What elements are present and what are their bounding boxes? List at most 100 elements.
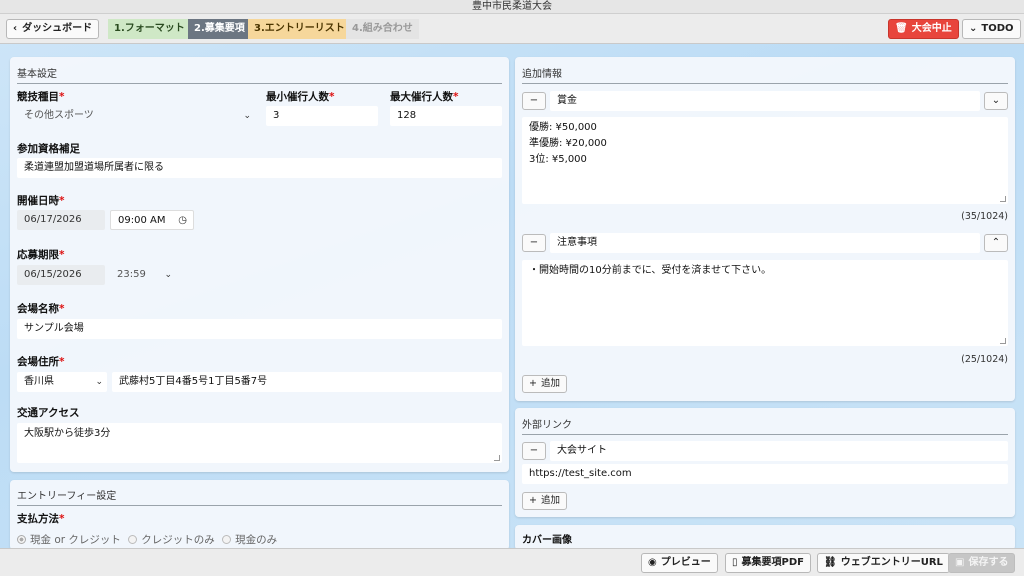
cover-image-panel: カバー画像	[515, 525, 1015, 550]
sport-label: 競技種目*	[17, 91, 65, 103]
clock-icon: ◷	[178, 215, 187, 226]
pdf-label: 募集要項PDF	[741, 557, 804, 568]
top-navbar: ‹ ダッシュボード 1.フォーマット 2.募集要項 3.エントリーリスト 4.組み…	[0, 14, 1024, 44]
link-url-input[interactable]: https://test_site.com	[522, 464, 1008, 484]
collapse-item-button[interactable]: ⌃	[984, 234, 1008, 252]
chevron-down-icon: ⌄	[164, 270, 172, 280]
external-links-title: 外部リンク	[522, 420, 572, 431]
web-entry-url-button[interactable]: ⛓ ウェブエントリーURL	[817, 553, 950, 573]
text-line: ・開始時間の10分前までに、受付を済ませて下さい。	[529, 265, 772, 276]
web-entry-url-label: ウェブエントリーURL	[840, 557, 943, 568]
document-icon: ▯	[732, 557, 738, 568]
cover-image-title: カバー画像	[522, 535, 572, 546]
deadline-time-value: 23:59	[117, 269, 146, 280]
deadline-date-input[interactable]: 06/15/2026	[17, 265, 105, 285]
access-textarea[interactable]: 大阪駅から徒歩3分	[17, 423, 502, 463]
event-date-input[interactable]: 06/17/2026	[17, 210, 105, 230]
remove-item-button[interactable]: −	[522, 234, 546, 252]
todo-label: TODO	[981, 23, 1014, 34]
sport-value: その他スポーツ	[24, 110, 94, 121]
address-label: 会場住所*	[17, 356, 65, 368]
divider	[17, 505, 502, 506]
char-counter: (25/1024)	[961, 354, 1008, 365]
chevron-down-icon: ⌄	[95, 377, 103, 387]
payment-options: 現金 or クレジット クレジットのみ 現金のみ	[17, 532, 277, 547]
prefecture-value: 香川県	[24, 376, 54, 387]
step-format[interactable]: 1.フォーマット	[108, 19, 191, 39]
step-recruitment[interactable]: 2.募集要項	[188, 19, 251, 39]
additional-content-textarea[interactable]: ・開始時間の10分前までに、受付を済ませて下さい。	[522, 260, 1008, 346]
payment-option-cash[interactable]: 現金のみ	[222, 534, 277, 546]
venue-label: 会場名称*	[17, 303, 65, 315]
dashboard-back-button[interactable]: ‹ ダッシュボード	[6, 19, 100, 39]
pdf-button[interactable]: ▯ 募集要項PDF	[725, 553, 811, 573]
additional-info-title: 追加情報	[522, 69, 562, 80]
eligibility-label: 参加資格補足	[17, 143, 80, 155]
max-participants-input[interactable]: 128	[390, 106, 502, 126]
resize-handle[interactable]	[494, 455, 500, 461]
step-entry-list[interactable]: 3.エントリーリスト	[248, 19, 351, 39]
footer-toolbar: ◉ プレビュー ▯ 募集要項PDF ⛓ ウェブエントリーURL ▣ 保存する	[0, 548, 1024, 576]
remove-item-button[interactable]: −	[522, 92, 546, 110]
entry-fee-title: エントリーフィー設定	[17, 491, 117, 502]
sport-select[interactable]: その他スポーツ ⌄	[17, 106, 257, 126]
remove-link-button[interactable]: −	[522, 442, 546, 460]
add-link-button[interactable]: + 追加	[522, 492, 567, 510]
cancel-tournament-label: 大会中止	[911, 23, 952, 34]
external-links-panel: 外部リンク − 大会サイト https://test_site.com + 追加	[515, 408, 1015, 517]
chevron-up-icon: ⌃	[991, 237, 1001, 248]
venue-input[interactable]: サンプル会場	[17, 319, 502, 339]
additional-content-textarea[interactable]: 優勝: ¥50,000 準優勝: ¥20,000 3位: ¥5,000	[522, 117, 1008, 204]
dashboard-back-label: ダッシュボード	[22, 23, 93, 34]
divider	[17, 83, 502, 84]
min-participants-label: 最小催行人数*	[266, 91, 335, 103]
additional-heading-input[interactable]: 賞金	[550, 91, 980, 111]
resize-handle[interactable]	[1000, 338, 1006, 344]
max-participants-label: 最大催行人数*	[390, 91, 459, 103]
radio-selected-icon	[17, 535, 26, 544]
expand-item-button[interactable]: ⌄	[984, 92, 1008, 110]
save-button[interactable]: ▣ 保存する	[948, 553, 1016, 573]
cancel-tournament-button[interactable]: 🗑 大会中止	[888, 19, 959, 39]
access-label: 交通アクセス	[17, 407, 80, 419]
text-line: 準優勝: ¥20,000	[529, 138, 607, 149]
plus-icon: +	[529, 378, 537, 389]
todo-button[interactable]: ⌄ TODO	[962, 19, 1021, 39]
link-icon: ⛓	[824, 557, 837, 568]
event-time-input[interactable]: 09:00 AM ◷	[110, 210, 194, 230]
deadline-label: 応募期限*	[17, 249, 65, 261]
trash-icon: 🗑	[895, 23, 908, 34]
step-matching[interactable]: 4.組み合わせ	[346, 19, 419, 39]
min-participants-input[interactable]: 3	[266, 106, 378, 126]
char-counter: (35/1024)	[961, 211, 1008, 222]
payment-method-label: 支払方法*	[17, 513, 65, 525]
window-title: 豊中市民柔道大会	[0, 0, 1024, 14]
deadline-time-select[interactable]: 23:59 ⌄	[110, 265, 176, 285]
text-line: 優勝: ¥50,000	[529, 122, 597, 133]
divider	[522, 83, 1008, 84]
eligibility-input[interactable]: 柔道連盟加盟道場所属者に限る	[17, 158, 502, 178]
additional-info-panel: 追加情報 − 賞金 ⌄ 優勝: ¥50,000 準優勝: ¥20,000 3位:…	[515, 57, 1015, 401]
payment-option-both[interactable]: 現金 or クレジット	[17, 534, 121, 546]
resize-handle[interactable]	[1000, 196, 1006, 202]
payment-option-credit[interactable]: クレジットのみ	[128, 534, 215, 546]
save-label: 保存する	[968, 557, 1009, 568]
eye-icon: ◉	[648, 557, 657, 568]
link-title-input[interactable]: 大会サイト	[550, 441, 1008, 461]
chevron-left-icon: ‹	[13, 23, 18, 34]
entry-fee-panel: エントリーフィー設定 支払方法* 現金 or クレジット クレジットのみ 現金の…	[10, 480, 509, 550]
preview-button[interactable]: ◉ プレビュー	[641, 553, 718, 573]
access-value: 大阪駅から徒歩3分	[24, 428, 111, 439]
prefecture-select[interactable]: 香川県 ⌄	[17, 372, 107, 392]
address-input[interactable]: 武藤村5丁目4番5号1丁目5番7号	[112, 372, 502, 392]
event-time-value: 09:00 AM	[118, 215, 166, 226]
radio-icon	[128, 535, 138, 544]
basic-settings-title: 基本設定	[17, 69, 57, 80]
chevron-down-icon: ⌄	[969, 23, 978, 34]
add-info-button[interactable]: + 追加	[522, 375, 567, 393]
add-link-label: 追加	[540, 495, 560, 506]
additional-heading-input[interactable]: 注意事項	[550, 233, 980, 253]
chevron-down-icon: ⌄	[991, 95, 1001, 106]
plus-icon: +	[529, 495, 537, 506]
text-line: 3位: ¥5,000	[529, 154, 587, 165]
